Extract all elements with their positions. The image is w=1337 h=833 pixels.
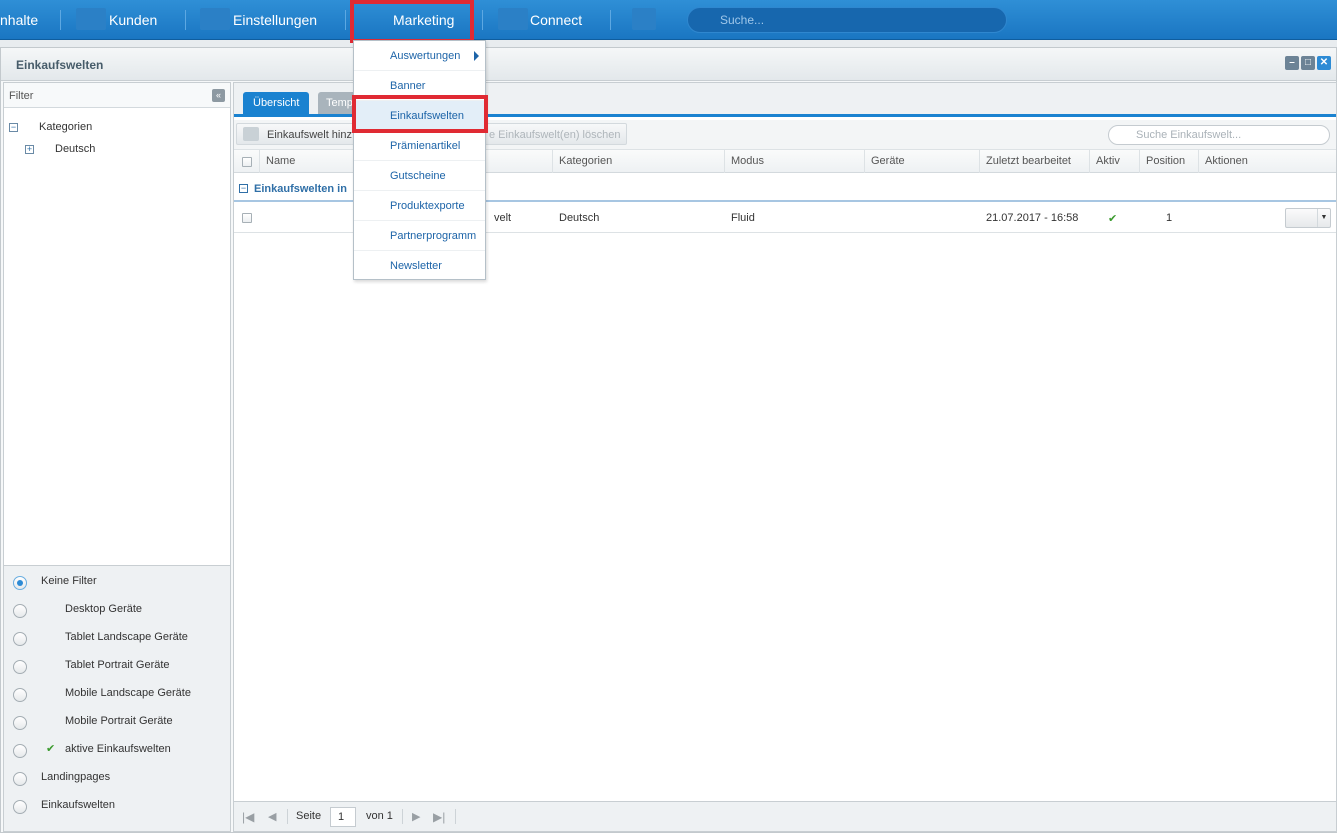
radio-label: Desktop Geräte [65, 603, 143, 615]
menu-einstellungen[interactable]: Einstellungen [233, 0, 317, 40]
radio-label: Keine Filter [41, 575, 97, 587]
column-position[interactable]: Position [1140, 150, 1199, 173]
column-modus[interactable]: Modus [725, 150, 865, 173]
header-select-all[interactable] [234, 150, 260, 173]
marketing-highlight-box [350, 0, 474, 43]
menu-item-produktexporte[interactable]: Produktexporte [354, 191, 485, 221]
checkmark-icon: ✔ [46, 743, 56, 755]
cell-name: velt [494, 212, 512, 224]
menu-inhalte[interactable]: nhalte [0, 0, 38, 40]
radio-tablet-portrait[interactable] [13, 660, 27, 674]
delete-button-label: e Einkaufswelt(en) löschen [489, 129, 621, 141]
radio-label: Landingpages [41, 771, 111, 783]
add-icon [243, 127, 259, 141]
page-count-label: von 1 [366, 810, 393, 822]
radio-label: Mobile Portrait Geräte [65, 715, 173, 727]
filter-title: Filter [9, 90, 34, 102]
window-titlebar: Einkaufswelten – □ ✕ [1, 48, 1336, 81]
next-page-icon[interactable]: ▶ [412, 810, 420, 823]
row-checkbox[interactable] [242, 213, 252, 223]
radio-tablet-landscape[interactable] [13, 632, 27, 646]
page-number-input[interactable]: 1 [330, 807, 356, 827]
pager-separator [287, 809, 288, 824]
einkaufswelten-window: Einkaufswelten – □ ✕ Filter « − Kategori… [0, 47, 1337, 833]
customers-icon [76, 8, 106, 30]
filter-header: Filter « [4, 83, 230, 108]
grid-search-input[interactable]: Suche Einkaufswelt... [1108, 125, 1330, 145]
close-icon[interactable]: ✕ [1317, 56, 1331, 70]
menu-item-auswertungen[interactable]: Auswertungen [354, 41, 485, 71]
radio-label: Tablet Portrait Geräte [65, 659, 170, 671]
column-aktionen: Aktionen [1205, 155, 1248, 167]
menu-separator [345, 10, 346, 30]
pager-separator [455, 809, 456, 824]
menu-item-gutscheine[interactable]: Gutscheine [354, 161, 485, 191]
submenu-arrow-icon [474, 51, 479, 61]
tree-node-deutsch[interactable]: Deutsch [55, 143, 95, 155]
last-page-icon[interactable]: ▶| [433, 810, 445, 824]
tree-collapse-icon[interactable]: − [9, 123, 18, 132]
radio-keine-filter[interactable] [13, 576, 27, 590]
select-all-checkbox[interactable] [242, 157, 252, 167]
cell-zuletzt-bearbeitet: 21.07.2017 - 16:58 [986, 212, 1079, 224]
radio-landingpages[interactable] [13, 772, 27, 786]
cell-position: 1 [1166, 212, 1173, 224]
radio-label: Mobile Landscape Geräte [65, 687, 191, 699]
window-title: Einkaufswelten [16, 58, 104, 72]
menu-item-newsletter[interactable]: Newsletter [354, 251, 485, 281]
tree-expand-icon[interactable]: + [25, 145, 34, 154]
pagination-bar: |◀ ◀ Seite 1 von 1 ▶ ▶| [234, 801, 1336, 831]
menu-item-praemienartikel[interactable]: Prämienartikel [354, 131, 485, 161]
column-aktiv[interactable]: Aktiv [1090, 150, 1140, 173]
column-zuletzt-bearbeitet[interactable]: Zuletzt bearbeitet [980, 150, 1090, 173]
tab-uebersicht[interactable]: Übersicht [243, 92, 310, 114]
cell-modus: Fluid [731, 212, 755, 224]
menu-connect[interactable]: Connect [530, 0, 582, 40]
delete-einkaufswelten-button[interactable]: e Einkaufswelt(en) löschen [464, 123, 628, 145]
connect-icon [498, 8, 528, 30]
global-search-input[interactable]: Suche... [687, 7, 1007, 33]
radio-label: aktive Einkaufswelten [65, 743, 171, 755]
chevron-down-icon[interactable]: ▼ [1317, 209, 1330, 227]
radio-aktive-einkaufswelten[interactable] [13, 744, 27, 758]
cell-kategorien: Deutsch [559, 212, 600, 224]
prev-page-icon[interactable]: ◀ [268, 810, 276, 823]
menu-item-label: Auswertungen [390, 50, 461, 62]
row-actions-button[interactable]: ▼ [1285, 208, 1331, 228]
group-label: Einkaufswelten in [254, 183, 347, 195]
settings-icon [200, 8, 230, 30]
menu-kunden[interactable]: Kunden [109, 0, 157, 40]
page-label: Seite [296, 810, 322, 822]
active-check-icon: ✔ [1108, 213, 1118, 225]
radio-mobile-portrait[interactable] [13, 716, 27, 730]
pager-separator [402, 809, 403, 824]
first-page-icon[interactable]: |◀ [242, 810, 254, 824]
menu-separator [185, 10, 186, 30]
minimize-icon[interactable]: – [1285, 56, 1299, 70]
column-geraete[interactable]: Geräte [865, 150, 980, 173]
radio-label: Einkaufswelten [41, 799, 115, 811]
radio-einkaufswelten[interactable] [13, 800, 27, 814]
radio-mobile-landscape[interactable] [13, 688, 27, 702]
radio-desktop[interactable] [13, 604, 27, 618]
add-button-label: Einkaufswelt hinz [267, 129, 352, 141]
tree-node-kategorien[interactable]: Kategorien [39, 121, 92, 133]
add-einkaufswelt-button[interactable]: Einkaufswelt hinz [236, 123, 359, 145]
maximize-icon[interactable]: □ [1301, 56, 1315, 70]
menu-separator [60, 10, 61, 30]
menu-separator [610, 10, 611, 30]
menu-item-partnerprogramm[interactable]: Partnerprogramm [354, 221, 485, 251]
extra-menu-icon[interactable] [632, 8, 656, 30]
einkaufswelten-highlight-box [352, 95, 488, 133]
column-kategorien[interactable]: Kategorien [553, 150, 725, 173]
menu-separator [482, 10, 483, 30]
radio-label: Tablet Landscape Geräte [65, 631, 188, 643]
collapse-double-chevron-icon[interactable]: « [212, 89, 225, 102]
filter-panel: Filter « − Kategorien + Deutsch Keine Fi… [3, 82, 231, 832]
device-filter-radios: Keine Filter Desktop Geräte Tablet Lands… [4, 565, 230, 831]
group-collapse-icon[interactable]: − [239, 184, 248, 193]
top-menu-bar: nhalte Kunden Einstellungen Marketing Co… [0, 0, 1337, 40]
marketing-dropdown-menu: Auswertungen Banner Einkaufswelten Prämi… [353, 40, 486, 280]
